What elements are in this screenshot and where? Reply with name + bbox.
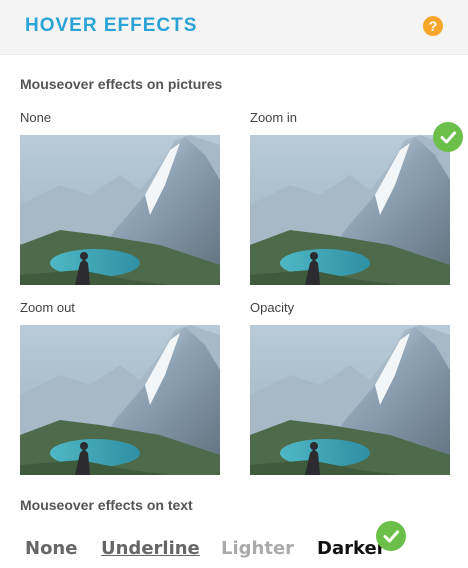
pictures-section-title: Mouseover effects on pictures [20, 76, 223, 92]
text-option-underline[interactable]: Underline [101, 538, 200, 559]
landscape-image [20, 325, 220, 475]
picture-option-label-opacity: Opacity [250, 300, 295, 315]
text-option-none[interactable]: None [25, 538, 77, 559]
landscape-image [20, 135, 220, 285]
picture-option-label-zoom-in: Zoom in [250, 110, 297, 125]
picture-option-opacity[interactable] [250, 325, 450, 475]
header-bar: HOVER EFFECTS ? [0, 0, 468, 55]
selected-check-icon [376, 521, 406, 551]
picture-option-label-zoom-out: Zoom out [20, 300, 75, 315]
picture-option-none[interactable] [20, 135, 220, 285]
picture-option-zoom-out[interactable] [20, 325, 220, 475]
selected-check-icon [433, 122, 463, 152]
page-title: HOVER EFFECTS [25, 15, 198, 36]
help-icon[interactable]: ? [423, 16, 443, 36]
text-option-lighter[interactable]: Lighter [221, 538, 294, 559]
picture-option-zoom-in[interactable] [250, 135, 450, 285]
text-section-title: Mouseover effects on text [20, 497, 193, 513]
picture-option-label-none: None [20, 110, 52, 125]
landscape-image [250, 325, 450, 475]
landscape-image [250, 135, 450, 285]
